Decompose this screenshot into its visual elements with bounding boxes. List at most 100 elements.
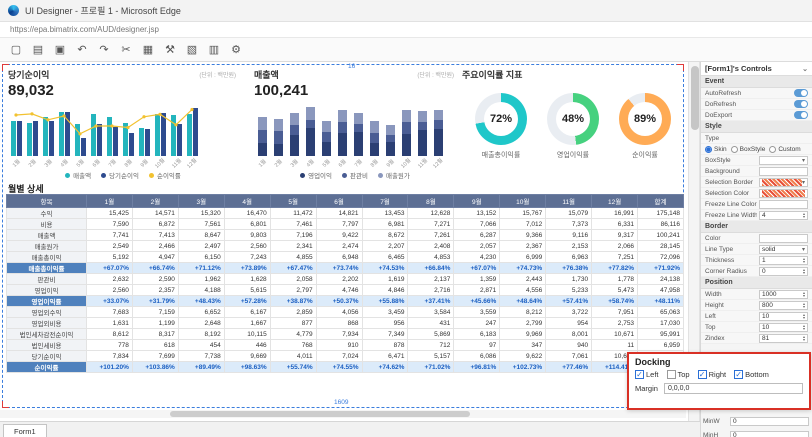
docking-panel: Docking ✓ Left Top ✓ Right ✓ Bottom Margin 0,0…: [627, 352, 811, 410]
freeze-line-color-field[interactable]: [759, 199, 808, 209]
selection-border-field[interactable]: ▾: [759, 177, 808, 187]
page-url[interactable]: https://epa.bimatrix.com/AUD/designer.js…: [10, 25, 159, 34]
redo-icon[interactable]: ↷: [94, 41, 114, 59]
calculator-icon[interactable]: ▥: [204, 41, 224, 59]
minh-input[interactable]: 0: [730, 431, 809, 437]
spinner-icon[interactable]: ▴ ▾: [803, 302, 805, 309]
net-profit-card[interactable]: (단위 : 백만원) 당기순이익 89,032 1월 2월 3월 4월 5월 6월 7월 8월…: [8, 68, 238, 180]
dock-option-left[interactable]: ✓ Left: [635, 370, 659, 379]
spinner-icon[interactable]: ▴ ▾: [803, 291, 805, 298]
checkbox-icon[interactable]: [666, 370, 676, 379]
tools-icon[interactable]: ⚒: [160, 41, 180, 59]
table-cell: 15,767: [499, 207, 547, 219]
section-header-position[interactable]: Position: [701, 277, 812, 289]
checkbox-icon[interactable]: ✓: [734, 370, 744, 379]
radio-option-boxstyle[interactable]: BoxStyle: [730, 145, 765, 153]
spinner-icon[interactable]: ▴ ▾: [803, 313, 805, 320]
table-cell: 5,233: [545, 284, 593, 296]
table-row[interactable]: 비용 7,590 6,872 7,561 6,801 7,461 7,797 6,981 7,2…: [6, 218, 684, 230]
dock-option-top[interactable]: Top: [666, 370, 690, 379]
table-row[interactable]: 수익 15,425 14,571 15,320 16,470 11,472 14,821 13…: [6, 207, 684, 219]
height-field[interactable]: 800 ▴ ▾: [759, 300, 808, 310]
top-field[interactable]: 10 ▴ ▾: [759, 322, 808, 332]
color-field[interactable]: [759, 233, 808, 243]
chart-icon[interactable]: ▧: [182, 41, 202, 59]
checkbox-icon[interactable]: ✓: [697, 370, 707, 379]
line-type-field[interactable]: solid ▾: [759, 244, 808, 254]
dock-option-bottom[interactable]: ✓ Bottom: [734, 370, 769, 379]
table-row[interactable]: 영업이익 2,560 2,357 4,188 5,615 2,797 4,746 4,846 2…: [6, 284, 684, 296]
monthly-detail-table[interactable]: 항목 1월 2월 3월 4월 5월 6월 7월 8월 9월 10월 11월 12월 합계 수익 15,425…: [6, 194, 684, 373]
radio-option-custom[interactable]: Custom: [769, 145, 801, 153]
table-cell: +96.81%: [453, 361, 501, 373]
event-toggle-icon[interactable]: [794, 111, 808, 119]
table-row[interactable]: 영업이익률 +33.07% +31.79% +48.43% +57.28% +38.87%…: [6, 295, 684, 307]
selection-color-field[interactable]: [759, 188, 808, 198]
event-toggle-icon[interactable]: [794, 100, 808, 108]
radio-icon[interactable]: [769, 145, 777, 153]
section-header-border[interactable]: Border: [701, 221, 812, 233]
table-row[interactable]: 당기순이익 7,834 7,699 7,738 9,669 4,011 7,024 6,471…: [6, 350, 684, 362]
undo-icon[interactable]: ↶: [72, 41, 92, 59]
checkbox-icon[interactable]: ✓: [635, 370, 644, 379]
section-header-event[interactable]: Event: [701, 76, 812, 88]
new-document-icon[interactable]: ▢: [6, 41, 26, 59]
open-folder-icon[interactable]: ▤: [28, 41, 48, 59]
table-row[interactable]: 영업외수익 7,683 7,159 6,652 6,167 2,859 4,056 3,459…: [6, 306, 684, 318]
table-cell: 2,716: [407, 284, 455, 296]
corner-radius-field[interactable]: 0 ▴ ▾: [759, 266, 808, 276]
background-field[interactable]: [759, 166, 808, 176]
spinner-icon[interactable]: ▴ ▾: [803, 335, 805, 342]
grid-icon[interactable]: ▦: [138, 41, 158, 59]
url-bar[interactable]: https://epa.bimatrix.com/AUD/designer.js…: [0, 22, 812, 38]
table-cell: 4,011: [269, 350, 317, 362]
dock-option-right[interactable]: ✓ Right: [697, 370, 726, 379]
table-row[interactable]: 판관비 2,632 2,590 1,962 1,628 2,058 2,202 1,619 2,…: [6, 273, 684, 285]
minw-input[interactable]: 0: [730, 417, 809, 426]
controls-panel-header[interactable]: [Form1]'s Controls ⌄: [701, 62, 812, 76]
table-row[interactable]: 매출원가 2,549 2,466 2,497 2,560 2,341 2,474 2,207 2…: [6, 240, 684, 252]
table-row[interactable]: 매출액 7,741 7,413 8,647 9,803 7,196 9,422 8,672 7,…: [6, 229, 684, 241]
width-field[interactable]: 1000 ▴ ▾: [759, 289, 808, 299]
margin-input[interactable]: 0,0,0,0: [663, 383, 803, 394]
spinner-icon[interactable]: ▴ ▾: [803, 257, 805, 264]
designer-canvas[interactable]: 16 1609 (단위 : 백만원) 당기순이익 89,032 1월 2월 3월 4월…: [0, 62, 688, 421]
donut-chart[interactable]: 48%: [547, 93, 599, 145]
horizontal-scrollbar[interactable]: [0, 410, 686, 418]
horizontal-scroll-thumb[interactable]: [170, 411, 470, 417]
cut-icon[interactable]: ✂: [116, 41, 136, 59]
event-toggle-icon[interactable]: [794, 89, 808, 97]
save-icon[interactable]: ▣: [50, 41, 70, 59]
spinner-icon[interactable]: ▴ ▾: [803, 268, 805, 275]
boxstyle-field[interactable]: ▾: [759, 155, 808, 165]
bar-매출액: [10, 121, 16, 156]
thickness-field[interactable]: 1 ▴ ▾: [759, 255, 808, 265]
freeze-line-width-field[interactable]: 4 ▴ ▾: [759, 210, 808, 220]
margin-label: Margin: [635, 384, 658, 393]
radio-icon[interactable]: [705, 145, 712, 153]
donut-chart[interactable]: 89%: [619, 93, 671, 145]
table-row[interactable]: 영업외비용 1,631 1,199 2,648 1,667 877 868 956 431 247…: [6, 317, 684, 329]
column-header: 10월: [499, 194, 547, 208]
spinner-icon[interactable]: ▴ ▾: [803, 324, 805, 331]
radio-icon[interactable]: [730, 145, 738, 153]
table-row[interactable]: 매출총이익률 +67.07% +66.74% +71.12% +73.89% +67.47…: [6, 262, 684, 274]
chevron-down-icon[interactable]: ⌄: [802, 65, 808, 73]
form-tab[interactable]: Form1: [3, 424, 47, 437]
donut-chart[interactable]: 72%: [475, 93, 527, 145]
table-cell: 2,797: [269, 284, 317, 296]
table-row[interactable]: 법인세비용 778 618 454 446 768 910 878 712 97 347 940 11 6…: [6, 339, 684, 351]
settings-icon[interactable]: ⚙: [226, 41, 246, 59]
bar-group: 11월: [414, 103, 430, 170]
left-field[interactable]: 10 ▴ ▾: [759, 311, 808, 321]
table-row[interactable]: 매출총이익 5,192 4,947 6,150 7,243 4,855 6,948 6,465…: [6, 251, 684, 263]
table-row[interactable]: 순이익률 +101.20% +103.86% +89.49% +98.63% +55.74…: [6, 361, 684, 373]
revenue-card[interactable]: (단위 : 백만원) 매출액 100,241 1월 2월 3월 4월 5월 6월 7월 8월 9…: [254, 68, 456, 180]
vertical-scroll-thumb[interactable]: [691, 66, 699, 130]
zindex-field[interactable]: 81 ▴ ▾: [759, 333, 808, 343]
ratio-indicators-card[interactable]: 주요이익률 지표 72% 매출총이익률 48% 영업이익률 89% 순이익률: [462, 68, 684, 160]
section-header-style[interactable]: Style: [701, 121, 812, 133]
table-row[interactable]: 법인세차감전순이익 8,612 8,317 8,192 10,115 4,779 7,934…: [6, 328, 684, 340]
spinner-icon[interactable]: ▴ ▾: [803, 212, 805, 219]
radio-option-skin[interactable]: Skin: [705, 145, 727, 153]
